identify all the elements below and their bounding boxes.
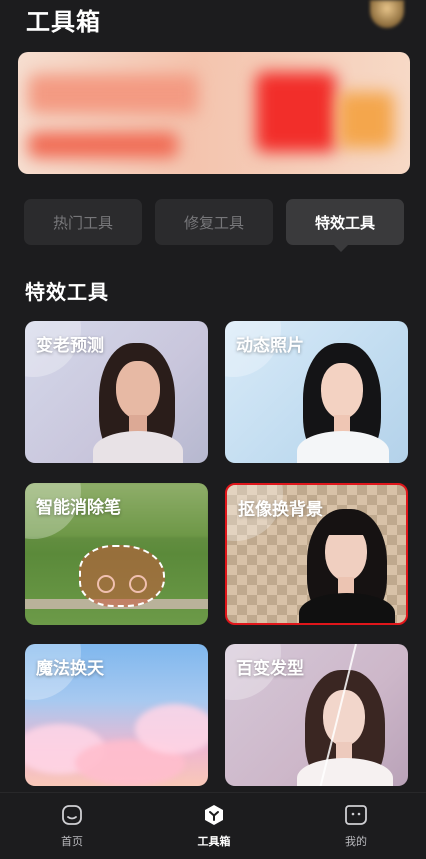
card-label: 百变发型	[236, 659, 304, 679]
card-label: 魔法换天	[36, 659, 104, 679]
section-title: 特效工具	[25, 280, 109, 304]
card-smart-eraser[interactable]: 智能消除笔	[25, 483, 208, 625]
banner-product-blur	[256, 72, 336, 152]
banner-accent-blur	[338, 92, 394, 148]
banner-text-blur	[28, 74, 198, 114]
tab-effect-tools[interactable]: 特效工具	[286, 199, 404, 245]
card-aging-prediction[interactable]: 变老预测	[25, 321, 208, 463]
card-label: 动态照片	[236, 336, 304, 356]
header: 工具箱	[0, 0, 426, 40]
nav-profile-label: 我的	[345, 835, 367, 848]
nav-toolbox[interactable]: 工具箱	[174, 803, 254, 849]
profile-icon	[344, 803, 368, 827]
card-hairstyle[interactable]: 百变发型	[225, 644, 408, 786]
tab-hot-tools[interactable]: 热门工具	[24, 199, 142, 245]
promo-banner[interactable]	[18, 52, 410, 174]
nav-home-label: 首页	[61, 835, 83, 848]
tab-repair-tools[interactable]: 修复工具	[155, 199, 273, 245]
home-icon	[60, 803, 84, 827]
nav-toolbox-label: 工具箱	[197, 835, 231, 848]
card-label: 智能消除笔	[36, 498, 121, 518]
toolbox-icon	[202, 803, 226, 827]
banner-button-blur	[28, 132, 178, 158]
nav-home[interactable]: 首页	[32, 803, 112, 849]
nav-profile[interactable]: 我的	[316, 803, 396, 849]
card-cutout-background[interactable]: 抠像换背景	[225, 483, 408, 625]
card-motion-photo[interactable]: 动态照片	[225, 321, 408, 463]
bottom-nav: 首页 工具箱 我的	[0, 792, 426, 859]
active-tab-pointer	[333, 244, 349, 252]
card-label: 抠像换背景	[238, 500, 323, 520]
avatar[interactable]	[370, 0, 404, 28]
card-magic-sky[interactable]: 魔法换天	[25, 644, 208, 786]
tool-category-tabs: 热门工具 修复工具 特效工具	[24, 199, 404, 245]
card-label: 变老预测	[36, 336, 104, 356]
page-title: 工具箱	[26, 8, 101, 36]
